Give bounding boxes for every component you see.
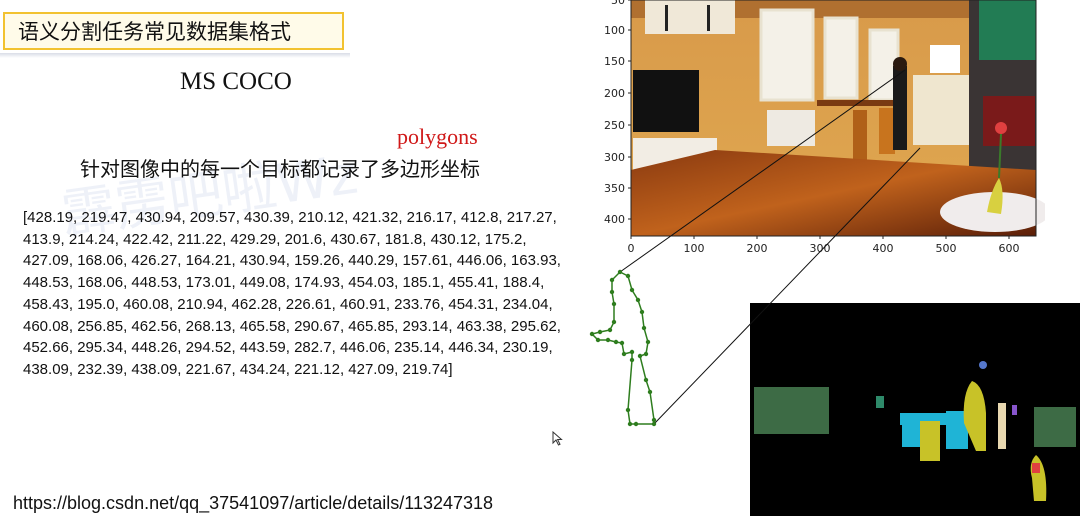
mouse-cursor-icon	[552, 431, 563, 446]
person-polygon	[590, 271, 655, 425]
polygon-overlay	[589, 69, 921, 427]
connector-line	[653, 147, 921, 425]
connector-line	[619, 69, 906, 273]
